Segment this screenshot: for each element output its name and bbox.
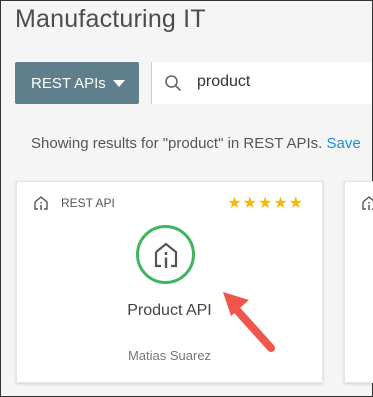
caret-down-icon — [113, 80, 125, 87]
search-value: product — [197, 73, 251, 90]
api-card-partial[interactable] — [344, 181, 373, 383]
api-icon — [154, 242, 177, 268]
annotation-arrow-icon — [223, 292, 275, 352]
api-type-dropdown-label: REST APIs — [31, 74, 106, 92]
results-summary-text: Showing results for "product" in REST AP… — [31, 135, 323, 152]
api-logo — [136, 225, 195, 284]
api-icon — [362, 196, 373, 210]
api-type-dropdown[interactable]: REST APIs — [15, 62, 139, 104]
search-input[interactable]: product — [152, 62, 372, 104]
card-type-label: REST API — [61, 196, 115, 210]
rating-stars: ★★★★★ — [227, 195, 304, 212]
results-summary: Showing results for "product" in REST AP… — [31, 135, 361, 152]
api-icon — [34, 196, 48, 210]
save-search-link[interactable]: Save — [327, 135, 361, 152]
search-icon — [165, 75, 181, 91]
page-title: Manufacturing IT — [15, 5, 206, 33]
